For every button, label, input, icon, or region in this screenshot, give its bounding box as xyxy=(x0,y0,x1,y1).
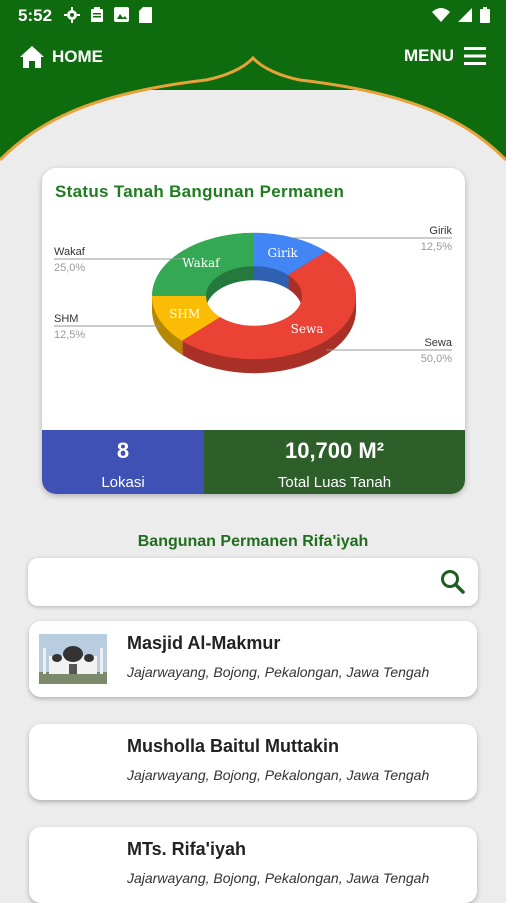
clipboard-icon xyxy=(91,7,103,22)
status-card: Status Tanah Bangunan Permanen Girik Giri… xyxy=(42,168,465,494)
item-name: Masjid Al-Makmur xyxy=(127,633,281,653)
search-input[interactable] xyxy=(28,558,478,606)
legend-percent-girik: 12,5% xyxy=(421,241,452,253)
home-icon xyxy=(20,46,44,68)
item-address: Jajarwayang, Bojong, Pekalongan, Jawa Te… xyxy=(127,664,430,680)
item-address: Jajarwayang, Bojong, Pekalongan, Jawa Te… xyxy=(127,870,430,886)
lokasi-label: Lokasi xyxy=(101,474,145,491)
luas-stat: 10,700 M² Total Luas Tanah xyxy=(204,430,465,494)
card-title: Status Tanah Bangunan Permanen xyxy=(55,182,345,201)
status-bar: 5:52 xyxy=(0,0,506,32)
battery-icon xyxy=(480,7,490,23)
menu-button[interactable]: MENU xyxy=(404,46,486,66)
item-name: MTs. Rifa'iyah xyxy=(127,839,246,859)
slice-label-wakaf: Wakaf xyxy=(182,256,221,270)
list-title: Bangunan Permanen Rifa'iyah xyxy=(137,533,369,550)
list-item[interactable]: Musholla Baitul Muttakin Jajarwayang, Bo… xyxy=(29,724,477,800)
legend-percent-shm: 12,5% xyxy=(54,329,85,341)
signal-icon xyxy=(458,8,472,22)
slice-label-shm: SHM xyxy=(169,307,200,321)
list-item[interactable]: Masjid Al-Makmur Jajarwayang, Bojong, Pe… xyxy=(29,621,477,697)
status-time: 5:52 xyxy=(18,6,53,25)
legend-percent-wakaf: 25,0% xyxy=(54,262,85,274)
legend-name-girik: Girik xyxy=(429,225,452,237)
lokasi-stat: 8 Lokasi xyxy=(42,430,204,494)
home-button[interactable]: HOME xyxy=(20,46,103,68)
sdcard-icon xyxy=(139,7,152,23)
legend-percent-sewa: 50,0% xyxy=(421,353,452,365)
lokasi-count: 8 xyxy=(116,438,130,463)
item-name: Musholla Baitul Muttakin xyxy=(127,736,340,756)
search-icon[interactable] xyxy=(440,569,466,595)
donut-chart: Girik Girik 12,5% Sewa Sewa 50,0% SHM SHM 12,5% W… xyxy=(54,225,453,374)
list-item[interactable]: MTs. Rifa'iyah Jajarwayang, Bojong, Peka… xyxy=(29,827,477,903)
gear-icon xyxy=(64,7,80,23)
wifi-icon xyxy=(432,8,450,22)
slice-label-girik: Girik xyxy=(268,246,299,260)
slice-label-sewa: Sewa xyxy=(291,322,324,336)
mosque-thumbnail xyxy=(39,634,107,684)
header-arch xyxy=(0,54,506,162)
image-icon xyxy=(114,7,129,22)
hamburger-icon xyxy=(464,47,486,65)
menu-label: MENU xyxy=(403,46,454,65)
item-address: Jajarwayang, Bojong, Pekalongan, Jawa Te… xyxy=(127,767,430,783)
legend-name-shm: SHM xyxy=(54,313,78,325)
luas-value: 10,700 M² xyxy=(284,438,385,463)
legend-name-wakaf: Wakaf xyxy=(54,246,86,258)
legend-name-sewa: Sewa xyxy=(424,337,452,349)
home-label: HOME xyxy=(52,47,103,66)
luas-label: Total Luas Tanah xyxy=(277,474,392,491)
